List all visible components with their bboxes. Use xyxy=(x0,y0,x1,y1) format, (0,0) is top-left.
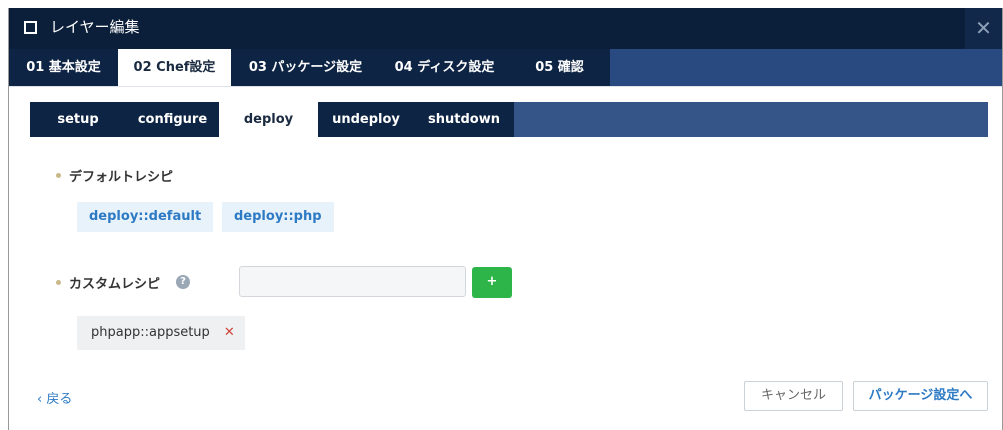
back-link[interactable]: ‹ 戻る xyxy=(37,388,72,407)
divider xyxy=(9,86,1002,87)
lifecycle-tab-bar: setup configure deploy undeploy shutdown xyxy=(30,102,988,137)
section-bullet xyxy=(56,173,61,178)
tab-configure[interactable]: configure xyxy=(126,102,219,137)
cancel-button[interactable]: キャンセル xyxy=(744,381,843,411)
window-icon xyxy=(24,21,37,34)
close-button[interactable]: ✕ xyxy=(965,8,1002,49)
tab-shutdown[interactable]: shutdown xyxy=(414,102,514,137)
tab-undeploy[interactable]: undeploy xyxy=(318,102,414,137)
default-recipe-chip: deploy::default xyxy=(77,202,214,232)
custom-recipes-label: カスタムレシピ xyxy=(69,277,161,292)
next-package-settings-button[interactable]: パッケージ設定へ xyxy=(853,381,988,411)
tab-package-settings[interactable]: 03 パッケージ設定 xyxy=(231,49,380,86)
tab-basic-settings[interactable]: 01 基本設定 xyxy=(9,49,118,86)
add-recipe-button[interactable]: + xyxy=(472,267,512,298)
custom-recipe-chip: phpapp::appsetup ✕ xyxy=(77,316,245,350)
custom-recipe-name: phpapp::appsetup xyxy=(91,325,210,340)
main-tab-bar: 01 基本設定 02 Chef設定 03 パッケージ設定 04 ディスク設定 0… xyxy=(9,49,1002,86)
tab-confirm[interactable]: 05 確認 xyxy=(509,49,610,86)
tab-setup[interactable]: setup xyxy=(30,102,126,137)
default-recipe-chip: deploy::php xyxy=(222,202,334,232)
tab-deploy[interactable]: deploy xyxy=(219,102,318,137)
remove-icon[interactable]: ✕ xyxy=(224,325,235,340)
dialog-title: レイヤー編集 xyxy=(50,18,140,36)
section-bullet xyxy=(56,280,61,285)
default-recipes-label: デフォルトレシピ xyxy=(69,170,174,185)
layer-edit-dialog: レイヤー編集 ✕ 01 基本設定 02 Chef設定 03 パッケージ設定 04… xyxy=(8,8,1003,430)
tab-disk-settings[interactable]: 04 ディスク設定 xyxy=(380,49,509,86)
title-bar: レイヤー編集 ✕ xyxy=(9,8,1002,49)
custom-recipe-input[interactable] xyxy=(239,266,466,297)
tab-chef-settings[interactable]: 02 Chef設定 xyxy=(118,49,231,86)
help-icon[interactable]: ? xyxy=(176,275,190,289)
